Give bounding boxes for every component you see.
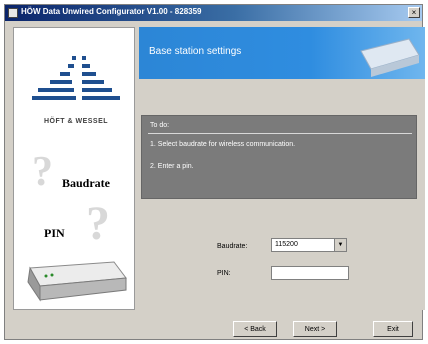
next-button[interactable]: Next >: [293, 321, 337, 337]
wizard-footer: < Back Next > Exit: [5, 315, 422, 339]
page-title: Base station settings: [149, 46, 242, 57]
baudrate-field-label: Baudrate:: [217, 243, 248, 250]
question-mark-icon: ?: [32, 149, 53, 195]
configurator-window: HÖW Data Unwired Configurator V1.00 - 82…: [4, 4, 425, 340]
baudrate-selected-value: 115200: [275, 241, 298, 248]
todo-divider: [148, 133, 412, 134]
sidebar-illustration: HÖFT & WESSEL ? ? Baudrate PIN: [13, 27, 135, 310]
baudrate-select[interactable]: 115200 ▼: [271, 238, 347, 252]
todo-box: To do: 1. Select baudrate for wireless c…: [141, 115, 417, 199]
sidebar-pin-label: PIN: [44, 226, 65, 240]
window-title: HÖW Data Unwired Configurator V1.00 - 82…: [21, 7, 202, 16]
header-banner: Base station settings: [139, 27, 425, 79]
company-logo-icon: [32, 46, 120, 119]
question-mark-icon: ?: [86, 197, 110, 250]
base-station-header-icon: [351, 33, 421, 79]
pin-input[interactable]: [271, 266, 349, 280]
company-logo-text: HÖFT & WESSEL: [43, 118, 109, 125]
app-icon: [8, 8, 18, 18]
main-panel: Base station settings To do: 1. Select b…: [139, 27, 425, 310]
todo-step: 2. Enter a pin.: [150, 163, 194, 170]
close-button[interactable]: ×: [408, 7, 420, 18]
todo-title: To do:: [150, 122, 170, 129]
back-button[interactable]: < Back: [233, 321, 277, 337]
exit-button[interactable]: Exit: [373, 321, 413, 337]
pin-field-label: PIN:: [217, 270, 231, 277]
chevron-down-icon[interactable]: ▼: [334, 239, 346, 251]
title-bar[interactable]: HÖW Data Unwired Configurator V1.00 - 82…: [5, 5, 422, 21]
base-station-device-icon: [22, 254, 128, 309]
todo-step: 1. Select baudrate for wireless communic…: [150, 141, 296, 148]
sidebar-baudrate-label: Baudrate: [62, 176, 110, 190]
